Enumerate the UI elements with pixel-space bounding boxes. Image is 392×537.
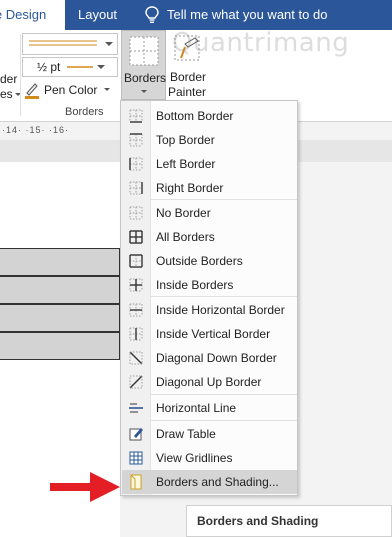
menu-item-label: Top Border bbox=[156, 133, 215, 147]
table-cell[interactable] bbox=[0, 332, 120, 360]
diagonal-down-border-icon bbox=[122, 346, 150, 370]
pen-weight-dropdown[interactable]: ½ pt bbox=[22, 57, 118, 77]
pen-color-button[interactable]: Pen Color bbox=[24, 80, 120, 100]
bottom-border-icon bbox=[122, 104, 150, 128]
inside-borders-icon bbox=[122, 273, 150, 297]
menu-item-left-border[interactable]: Left Border bbox=[122, 152, 297, 176]
menu-item-borders-and-shading[interactable]: Borders and Shading... bbox=[122, 470, 297, 494]
menu-item-inside-vertical-border[interactable]: Inside Vertical Border bbox=[122, 322, 297, 346]
view-gridlines-icon bbox=[122, 446, 150, 470]
draw-table-icon bbox=[122, 422, 150, 446]
menu-separator bbox=[151, 296, 297, 297]
pen-color-label: Pen Color bbox=[44, 83, 98, 97]
menu-item-diagonal-up-border[interactable]: Diagonal Up Border bbox=[122, 370, 297, 394]
table-cell[interactable] bbox=[0, 276, 120, 304]
left-cropped-label-2: es bbox=[0, 87, 13, 101]
menu-item-label: Diagonal Up Border bbox=[156, 375, 262, 389]
menu-item-label: Diagonal Down Border bbox=[156, 351, 277, 365]
table-cell[interactable] bbox=[0, 304, 120, 332]
no-border-icon bbox=[122, 201, 150, 225]
borders-gallery-icon bbox=[129, 36, 159, 66]
line-style-dropdown[interactable] bbox=[22, 33, 118, 55]
menu-item-inside-borders[interactable]: Inside Borders bbox=[122, 273, 297, 297]
menu-item-label: Draw Table bbox=[156, 427, 216, 441]
menu-item-label: Borders and Shading... bbox=[156, 475, 279, 489]
menu-item-no-border[interactable]: No Border bbox=[122, 201, 297, 225]
borders-dropdown-menu: Bottom Border Top Border Left Border Right … bbox=[120, 100, 298, 496]
menu-item-view-gridlines[interactable]: View Gridlines bbox=[122, 446, 297, 470]
menu-item-label: All Borders bbox=[156, 230, 215, 244]
menu-item-draw-table[interactable]: Draw Table bbox=[122, 422, 297, 446]
pen-weight-value: ½ pt bbox=[37, 60, 61, 74]
tell-me-text: Tell me what you want to do bbox=[167, 7, 328, 22]
menu-item-diagonal-down-border[interactable]: Diagonal Down Border bbox=[122, 346, 297, 370]
tell-me-box[interactable]: Tell me what you want to do bbox=[145, 0, 327, 30]
borders-and-shading-icon bbox=[122, 470, 150, 494]
ruler-ticks: ·14· ·15· ·16· bbox=[2, 125, 70, 135]
all-borders-icon bbox=[122, 225, 150, 249]
red-arrow-annotation bbox=[50, 472, 120, 502]
menu-item-label: View Gridlines bbox=[156, 451, 233, 465]
borders-button-label: Borders bbox=[124, 71, 167, 85]
right-border-icon bbox=[122, 176, 150, 200]
menu-item-label: Left Border bbox=[156, 157, 216, 171]
menu-item-all-borders[interactable]: All Borders bbox=[122, 225, 297, 249]
menu-separator bbox=[151, 199, 297, 200]
tab-layout[interactable]: Layout bbox=[78, 0, 117, 30]
menu-item-top-border[interactable]: Top Border bbox=[122, 128, 297, 152]
menu-item-bottom-border[interactable]: Bottom Border bbox=[122, 104, 297, 128]
menu-item-label: No Border bbox=[156, 206, 211, 220]
inside-horizontal-border-icon bbox=[122, 298, 150, 322]
borders-group-label: Borders bbox=[65, 106, 104, 118]
ribbon-tab-bar: le Design Layout Tell me what you want t… bbox=[0, 0, 392, 30]
menu-item-label: Horizontal Line bbox=[156, 401, 237, 415]
table-cell[interactable] bbox=[0, 248, 120, 276]
pen-weight-line bbox=[67, 65, 105, 69]
borders-and-shading-tooltip: Borders and Shading bbox=[186, 505, 392, 537]
menu-item-label: Right Border bbox=[156, 181, 224, 195]
pen-icon bbox=[25, 83, 39, 99]
horizontal-line-icon bbox=[122, 396, 150, 420]
menu-item-inside-horizontal-border[interactable]: Inside Horizontal Border bbox=[122, 298, 297, 322]
watermark-logo: Quantrimang bbox=[172, 28, 350, 58]
menu-item-label: Outside Borders bbox=[156, 254, 243, 268]
menu-item-label: Bottom Border bbox=[156, 109, 234, 123]
menu-separator bbox=[151, 394, 297, 395]
left-cropped-label-1: der bbox=[0, 72, 18, 86]
menu-item-horizontal-line[interactable]: Horizontal Line bbox=[122, 396, 297, 420]
lightbulb-icon bbox=[145, 6, 159, 23]
diagonal-up-border-icon bbox=[122, 370, 150, 394]
borders-button[interactable]: Borders bbox=[121, 30, 166, 100]
group-divider bbox=[20, 34, 21, 116]
menu-item-outside-borders[interactable]: Outside Borders bbox=[122, 249, 297, 273]
menu-item-label: Inside Horizontal Border bbox=[156, 303, 285, 317]
outside-borders-icon bbox=[122, 249, 150, 273]
border-painter-line1: Border bbox=[170, 70, 207, 84]
border-painter-line2: Painter bbox=[168, 85, 207, 99]
menu-item-label: Inside Vertical Border bbox=[156, 327, 271, 341]
chevron-down-icon bbox=[141, 90, 147, 93]
tab-table-design[interactable]: le Design bbox=[0, 0, 65, 30]
top-border-icon bbox=[122, 128, 150, 152]
line-style-preview bbox=[29, 40, 113, 46]
left-border-icon bbox=[122, 152, 150, 176]
menu-item-label: Inside Borders bbox=[156, 278, 234, 292]
menu-separator bbox=[151, 420, 297, 421]
menu-item-right-border[interactable]: Right Border bbox=[122, 176, 297, 200]
chevron-down-icon bbox=[104, 88, 111, 91]
chevron-down-icon bbox=[15, 93, 21, 96]
tooltip-title: Borders and Shading bbox=[197, 514, 319, 528]
inside-vertical-border-icon bbox=[122, 322, 150, 346]
